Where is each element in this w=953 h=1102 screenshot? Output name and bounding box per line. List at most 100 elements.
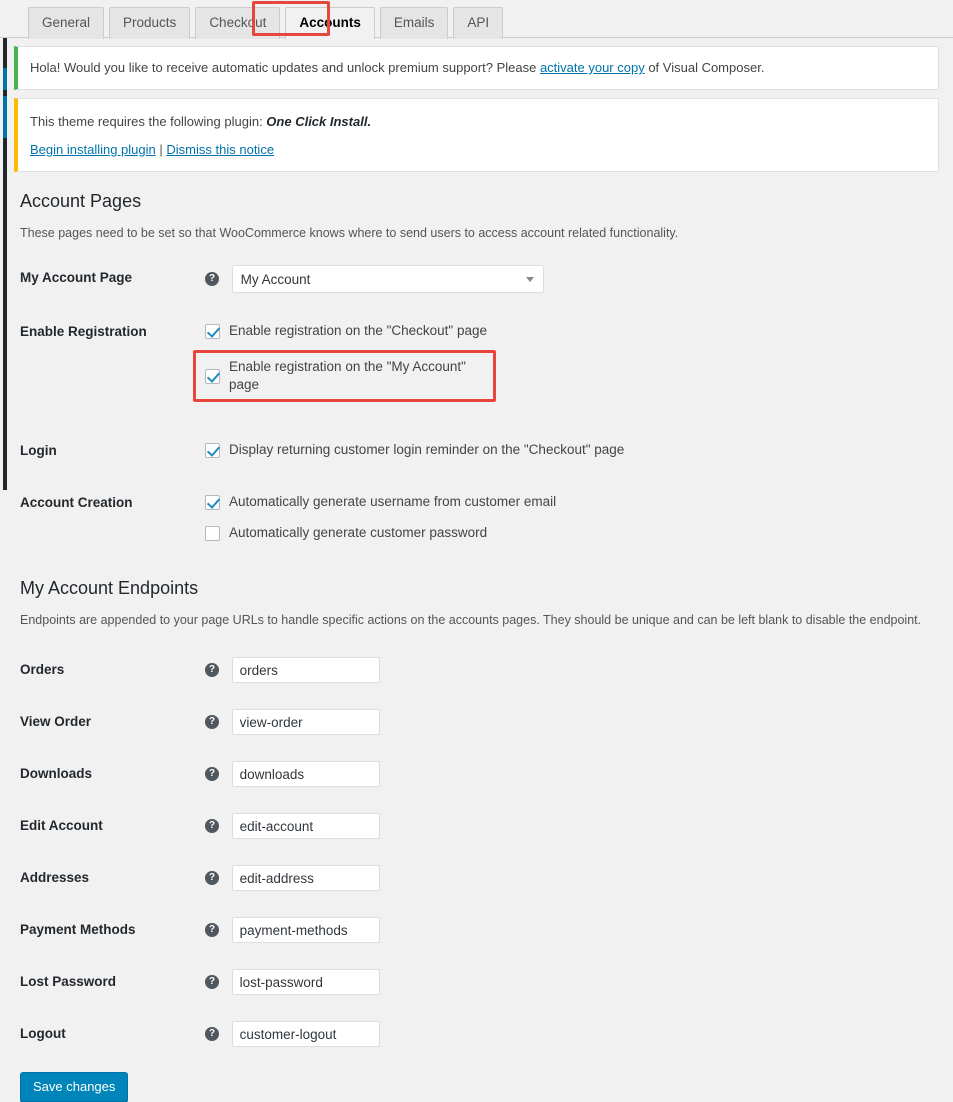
checkbox-registration-checkout[interactable]	[205, 323, 220, 339]
account-pages-description: These pages need to be set so that WooCo…	[20, 225, 679, 240]
notice-updates-text-before: Hola! Would you like to receive automati…	[30, 60, 540, 75]
input-endpoint-addresses[interactable]	[231, 865, 380, 891]
account-pages-heading: Account Pages	[20, 190, 142, 211]
help-icon[interactable]: ?	[205, 272, 219, 287]
plugin-name: One Click Install.	[266, 113, 372, 129]
label-endpoint-payment-methods: Payment Methods	[20, 922, 136, 937]
checkbox-row-login-reminder[interactable]: Display returning customer login reminde…	[205, 438, 929, 462]
field-my-account-page: ? My Account	[205, 252, 939, 306]
label-endpoint-addresses: Addresses	[20, 870, 90, 885]
label-endpoint-orders: Orders	[20, 662, 65, 677]
table-row: Addresses ?	[20, 852, 939, 904]
login-options: Display returning customer login reminde…	[205, 438, 929, 462]
field-endpoint-lost-password: ?	[205, 956, 939, 1008]
settings-tab-bar: General Products Checkout Accounts Email…	[0, 0, 953, 39]
field-endpoint-payment-methods: ?	[205, 904, 939, 956]
tab-api[interactable]: API	[453, 7, 504, 39]
enable-registration-options: Enable registration on the "Checkout" pa…	[193, 319, 929, 403]
help-icon[interactable]: ?	[205, 663, 219, 677]
settings-content: Account Pages These pages need to be set…	[0, 189, 953, 1061]
checkbox-registration-my-account[interactable]	[205, 368, 220, 384]
table-row: Edit Account ?	[20, 800, 939, 852]
row-enable-registration: Enable Registration Enable registration …	[20, 306, 939, 425]
admin-notices: Hola! Would you like to receive automati…	[0, 38, 953, 172]
help-icon[interactable]: ?	[205, 767, 219, 781]
field-endpoint-view-order: ?	[205, 696, 939, 748]
checkbox-row-registration-my-account[interactable]: Enable registration on the "My Account" …	[193, 350, 496, 403]
checkbox-login-reminder[interactable]	[205, 442, 220, 458]
tab-accounts[interactable]: Accounts	[285, 7, 375, 39]
admin-rail-accent-1	[3, 68, 7, 90]
checkbox-row-generate-username[interactable]: Automatically generate username from cus…	[205, 490, 929, 514]
label-endpoint-logout: Logout	[20, 1026, 66, 1041]
my-account-page-select[interactable]: My Account	[231, 265, 544, 294]
table-row: Payment Methods ?	[20, 904, 939, 956]
input-endpoint-downloads[interactable]	[231, 761, 380, 787]
endpoints-heading: My Account Endpoints	[20, 578, 199, 599]
label-endpoint-view-order: View Order	[20, 714, 92, 729]
input-endpoint-edit-account[interactable]	[231, 813, 380, 839]
tab-emails[interactable]: Emails	[379, 7, 449, 39]
input-endpoint-payment-methods[interactable]	[231, 917, 380, 943]
row-login: Login Display returning customer login r…	[20, 425, 939, 477]
checkbox-row-registration-checkout[interactable]: Enable registration on the "Checkout" pa…	[205, 319, 929, 343]
input-endpoint-view-order[interactable]	[231, 709, 380, 735]
table-row: View Order ?	[20, 696, 939, 748]
endpoints-form: Orders ? View Order ? Downloads ? Edit A…	[20, 644, 939, 1060]
checkbox-label-registration-checkout: Enable registration on the "Checkout" pa…	[229, 323, 488, 339]
submit-area: Save changes	[0, 1060, 953, 1102]
tab-general[interactable]: General	[28, 7, 105, 39]
notice-links-separator: |	[159, 142, 163, 157]
checkbox-row-generate-password[interactable]: Automatically generate customer password	[205, 521, 929, 545]
help-icon[interactable]: ?	[205, 1027, 219, 1041]
label-my-account-page: My Account Page	[20, 270, 133, 286]
table-row: Downloads ?	[20, 748, 939, 800]
activate-your-copy-link[interactable]: activate your copy	[540, 60, 645, 75]
field-endpoint-orders: ?	[205, 644, 939, 696]
notice-updates-text-after: of Visual Composer.	[644, 60, 765, 75]
label-endpoint-edit-account: Edit Account	[20, 818, 103, 833]
field-endpoint-edit-account: ?	[205, 800, 939, 852]
save-changes-button[interactable]: Save changes	[20, 1072, 129, 1102]
notice-plugin-text-before: This theme requires the following plugin…	[30, 113, 267, 129]
table-row: Orders ?	[20, 644, 939, 696]
input-endpoint-logout[interactable]	[231, 1021, 380, 1047]
field-login: Display returning customer login reminde…	[205, 425, 939, 477]
dismiss-this-notice-link[interactable]: Dismiss this notice	[166, 142, 274, 157]
tab-list: General Products Checkout Accounts Email…	[28, 0, 953, 39]
help-icon[interactable]: ?	[205, 871, 219, 885]
tab-products[interactable]: Products	[109, 7, 191, 39]
label-login: Login	[20, 443, 57, 459]
row-my-account-page: My Account Page ? My Account	[20, 252, 939, 306]
checkbox-label-generate-password: Automatically generate customer password	[229, 525, 488, 541]
tab-checkout[interactable]: Checkout	[195, 7, 281, 39]
input-endpoint-orders[interactable]	[231, 657, 380, 683]
help-icon[interactable]: ?	[205, 715, 219, 729]
input-endpoint-lost-password[interactable]	[231, 969, 380, 995]
endpoints-description: Endpoints are appended to your page URLs…	[20, 613, 922, 628]
field-endpoint-logout: ?	[205, 1008, 939, 1060]
help-icon[interactable]: ?	[205, 923, 219, 937]
admin-menu-rail	[3, 0, 7, 490]
checkbox-generate-username[interactable]	[205, 494, 220, 510]
checkbox-label-registration-my-account: Enable registration on the "My Account" …	[229, 359, 466, 393]
table-row: Lost Password ?	[20, 956, 939, 1008]
admin-rail-accent-2	[3, 96, 7, 138]
notice-plugin-line2: Begin installing plugin | Dismiss this n…	[30, 140, 926, 160]
field-enable-registration: Enable registration on the "Checkout" pa…	[193, 306, 939, 425]
begin-installing-plugin-link[interactable]: Begin installing plugin	[30, 142, 156, 157]
help-icon[interactable]: ?	[205, 819, 219, 833]
table-row: Logout ?	[20, 1008, 939, 1060]
checkbox-label-login-reminder: Display returning customer login reminde…	[229, 442, 625, 458]
row-account-creation: Account Creation Automatically generate …	[20, 477, 939, 558]
checkbox-generate-password[interactable]	[205, 525, 220, 541]
label-endpoint-downloads: Downloads	[20, 766, 93, 781]
account-creation-options: Automatically generate username from cus…	[205, 490, 929, 545]
checkbox-label-generate-username: Automatically generate username from cus…	[229, 494, 557, 510]
field-endpoint-downloads: ?	[205, 748, 939, 800]
field-account-creation: Automatically generate username from cus…	[205, 477, 939, 558]
account-pages-form: My Account Page ? My Account Enable Regi…	[20, 252, 939, 558]
help-icon[interactable]: ?	[205, 975, 219, 989]
label-endpoint-lost-password: Lost Password	[20, 974, 117, 989]
my-account-page-select-wrap: My Account	[231, 265, 544, 294]
